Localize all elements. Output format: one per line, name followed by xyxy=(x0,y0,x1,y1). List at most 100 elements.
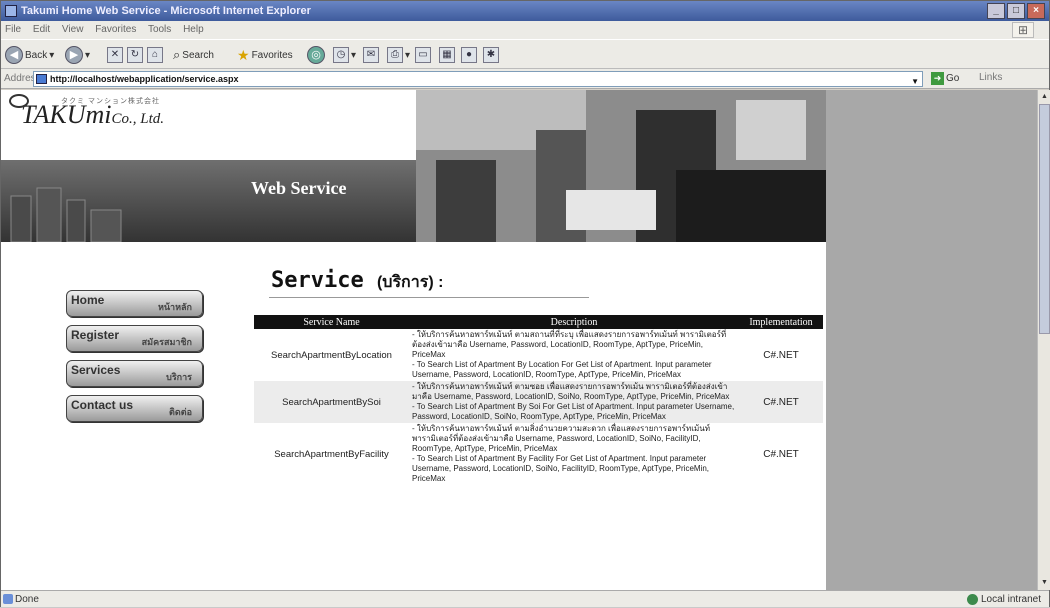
scroll-down-icon[interactable]: ▼ xyxy=(1039,577,1050,589)
toolbar: ◀ Back ▾ ▶ ▾ ✕ ↻ ⌂ ⌕ Search ★ Favorites ◎ ◷ ▾… xyxy=(1,39,1049,69)
forward-button[interactable]: ▶ ▾ xyxy=(65,45,90,65)
back-button[interactable]: ◀ Back ▾ xyxy=(5,45,54,65)
close-button[interactable]: × xyxy=(1027,3,1045,19)
service-name-cell[interactable]: SearchApartmentBySoi xyxy=(254,381,409,423)
nav-home-button[interactable]: Home หน้าหลัก xyxy=(66,290,203,317)
back-label: Back xyxy=(25,49,48,61)
refresh-button[interactable]: ↻ xyxy=(127,45,143,65)
nav-services-button[interactable]: Services บริการ xyxy=(66,360,203,387)
logo-text: TAKUmi xyxy=(21,100,112,129)
description-english: - To Search List of Apartment By Facilit… xyxy=(412,454,710,483)
tools-button[interactable]: ✱ xyxy=(483,45,499,65)
nav-contact-button[interactable]: Contact us ติดต่อ xyxy=(66,395,203,422)
history-button[interactable]: ◷ ▾ xyxy=(333,45,356,65)
title-bar: Takumi Home Web Service - Microsoft Inte… xyxy=(1,1,1049,21)
building-photo-icon xyxy=(416,90,826,242)
page-viewport: タクミ マンション株式会社 TAKUmiCo., Ltd. Web Servic… xyxy=(1,90,1037,590)
banner-title: Web Service xyxy=(251,178,347,198)
chevron-down-icon: ▾ xyxy=(405,49,411,61)
description-cell: - ให้บริการค้นหาอพาร์ทเม้นท์ ตามสิ่งอำนว… xyxy=(409,423,739,485)
research-icon: ▦ xyxy=(439,47,455,63)
description-cell: - ให้บริการค้นหาอพาร์ทเม้นท์ ตามสถานที่ท… xyxy=(409,329,739,381)
search-icon: ⌕ xyxy=(173,47,181,62)
page-icon xyxy=(36,74,47,84)
media-button[interactable]: ◎ xyxy=(307,45,325,65)
edit-button[interactable]: ▭ xyxy=(415,45,431,65)
zone-label: Local intranet xyxy=(980,594,1041,605)
status-text: Done xyxy=(15,594,39,605)
vertical-scrollbar[interactable]: ▲ ▼ xyxy=(1037,90,1050,590)
minimize-button[interactable]: _ xyxy=(987,3,1005,19)
header-description: Description xyxy=(409,315,739,329)
menu-file[interactable]: File xyxy=(5,24,21,35)
stop-icon: ✕ xyxy=(107,47,123,63)
logo-pane: タクミ マンション株式会社 TAKUmiCo., Ltd. xyxy=(1,90,416,160)
menu-favorites[interactable]: Favorites xyxy=(95,24,136,35)
service-name-cell[interactable]: SearchApartmentByLocation xyxy=(254,329,409,381)
forward-arrow-icon: ▶ xyxy=(65,46,83,64)
address-url: http://localhost/webapplication/service.… xyxy=(50,74,239,84)
home-button[interactable]: ⌂ xyxy=(147,45,163,65)
table-row: SearchApartmentByLocation - ให้บริการค้น… xyxy=(254,329,823,381)
go-arrow-icon: ➜ xyxy=(931,71,944,85)
table-row: SearchApartmentBySoi - ให้บริการค้นหาอพา… xyxy=(254,381,823,423)
tools-icon: ✱ xyxy=(483,47,499,63)
search-label: Search xyxy=(182,49,214,61)
chevron-down-icon[interactable]: ▼ xyxy=(911,75,919,89)
messenger-icon: ● xyxy=(461,47,477,63)
description-thai: - ให้บริการค้นหาอพาร์ทเม้นท์ ตามสถานที่ท… xyxy=(412,330,727,359)
implementation-cell: C#.NET xyxy=(763,448,799,460)
menu-edit[interactable]: Edit xyxy=(33,24,50,35)
company-logo[interactable]: TAKUmiCo., Ltd. xyxy=(9,94,164,130)
research-button[interactable]: ▦ xyxy=(439,45,455,65)
home-icon: ⌂ xyxy=(147,47,163,63)
menu-help[interactable]: Help xyxy=(183,24,204,35)
security-zone: Local intranet xyxy=(966,591,1041,608)
nav-contact-thai: ติดต่อ xyxy=(169,407,192,417)
print-icon: ⎙ xyxy=(387,47,403,63)
windows-logo-icon: ⊞ xyxy=(1012,22,1034,38)
scroll-thumb[interactable] xyxy=(1039,104,1050,334)
description-english: - To Search List of Apartment By Locatio… xyxy=(412,360,712,379)
go-button[interactable]: ➜ Go xyxy=(931,71,971,87)
service-table: Service Name Description Implementation … xyxy=(254,315,823,485)
links-button[interactable]: Links xyxy=(979,72,1002,83)
table-row: SearchApartmentByFacility - ให้บริการค้น… xyxy=(254,423,823,485)
logo-face-icon xyxy=(9,94,29,108)
description-cell: - ให้บริการค้นหาอพาร์ทเม้นท์ ตามซอย เพื่… xyxy=(409,381,739,423)
intranet-icon xyxy=(966,594,978,605)
description-thai: - ให้บริการค้นหาอพาร์ทเม้นท์ ตามซอย เพื่… xyxy=(412,382,730,401)
description-thai: - ให้บริการค้นหาอพาร์ทเม้นท์ ตามสิ่งอำนว… xyxy=(412,424,710,453)
nav-register-thai: สมัครสมาชิก xyxy=(141,337,192,347)
nav-register-button[interactable]: Register สมัครสมาชิก xyxy=(66,325,203,352)
page-background-right xyxy=(826,90,1037,590)
search-button[interactable]: ⌕ Search xyxy=(173,45,214,65)
nav-contact-label: Contact us xyxy=(71,398,134,412)
refresh-icon: ↻ xyxy=(127,47,143,63)
web-service-pane: Web Service xyxy=(1,160,416,242)
print-button[interactable]: ⎙ ▾ xyxy=(387,45,410,65)
window-controls: _ □ × xyxy=(987,3,1045,19)
maximize-button[interactable]: □ xyxy=(1007,3,1025,19)
nav-home-thai: หน้าหลัก xyxy=(157,302,192,312)
page-title-text: Service xyxy=(271,268,364,293)
service-name-cell[interactable]: SearchApartmentByFacility xyxy=(254,423,409,485)
messenger-button[interactable]: ● xyxy=(461,45,477,65)
media-icon: ◎ xyxy=(307,46,325,64)
implementation-cell: C#.NET xyxy=(763,349,799,361)
site-banner: タクミ マンション株式会社 TAKUmiCo., Ltd. Web Servic… xyxy=(1,90,826,242)
mail-button[interactable]: ✉ xyxy=(363,45,379,65)
mail-icon: ✉ xyxy=(363,47,379,63)
scroll-up-icon[interactable]: ▲ xyxy=(1039,91,1050,103)
menu-tools[interactable]: Tools xyxy=(148,24,171,35)
description-english: - To Search List of Apartment By Soi For… xyxy=(412,402,735,421)
stop-button[interactable]: ✕ xyxy=(107,45,123,65)
page-done-icon xyxy=(3,594,13,604)
address-input[interactable]: http://localhost/webapplication/service.… xyxy=(33,71,923,87)
favorites-button[interactable]: ★ Favorites xyxy=(237,45,293,65)
page-title-thai: (บริการ) : xyxy=(376,274,444,291)
side-nav: Home หน้าหลัก Register สมัครสมาชิก Service… xyxy=(66,290,203,430)
title-divider xyxy=(269,297,589,298)
menu-bar: File Edit View Favorites Tools Help ⊞ xyxy=(1,21,1049,39)
menu-view[interactable]: View xyxy=(62,24,84,35)
